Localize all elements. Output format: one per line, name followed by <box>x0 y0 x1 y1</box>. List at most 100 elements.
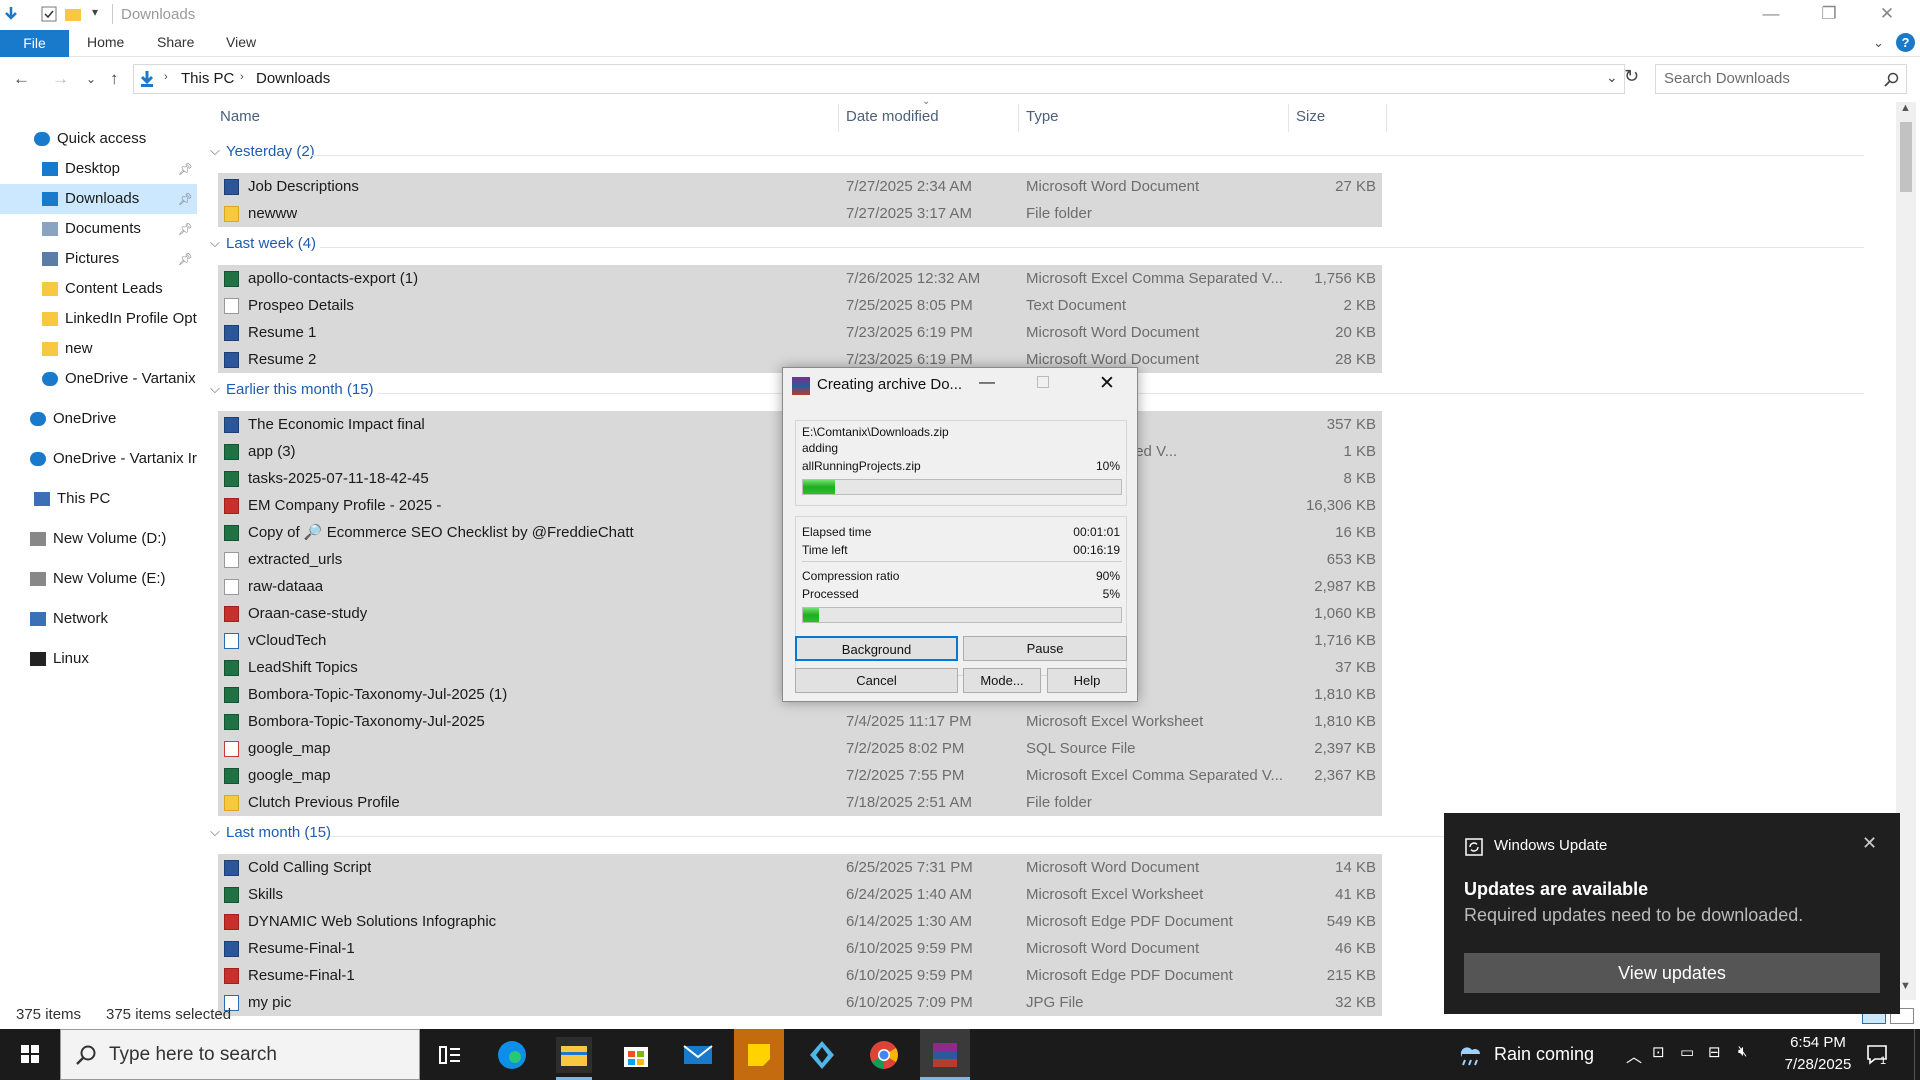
file-explorer-taskbar-button[interactable] <box>556 1037 592 1073</box>
volume-muted-icon[interactable]: 🔇︎ <box>1738 1043 1747 1060</box>
restore-button[interactable]: ❐ <box>1800 0 1858 30</box>
breadcrumb-downloads[interactable]: Downloads <box>256 70 330 87</box>
group-header[interactable]: ⌵ Last week (4) <box>210 235 1894 261</box>
nav-item-new-volume-e[interactable]: New Volume (E:) <box>0 564 197 594</box>
file-row[interactable]: Resume-Final-1 6/10/2025 9:59 PM Microsoft… <box>218 962 1382 989</box>
nav-item-onedrive-vartanix-ir[interactable]: OneDrive - Vartanix Ir <box>0 444 197 474</box>
tab-home[interactable]: Home <box>87 34 124 50</box>
chrome-icon[interactable] <box>866 1037 902 1073</box>
properties-check-icon[interactable] <box>40 5 58 23</box>
file-row[interactable]: Skills 6/24/2025 1:40 AM Microsoft Excel W… <box>218 881 1382 908</box>
nav-item-onedrive-vartanix[interactable]: OneDrive - Vartanix <box>0 364 197 394</box>
tab-file[interactable]: File <box>0 30 69 57</box>
scrollbar-thumb[interactable] <box>1900 122 1912 192</box>
show-hidden-icons-icon[interactable]: ︿ <box>1626 1043 1642 1067</box>
taskbar-search-input[interactable]: Type here to search <box>60 1029 420 1080</box>
nav-item-quick-access[interactable]: Quick access <box>0 124 197 154</box>
security-icon[interactable]: ⊡ <box>1652 1043 1665 1061</box>
scroll-up-icon[interactable]: ▲ <box>1900 102 1911 114</box>
search-icon[interactable] <box>1884 72 1899 87</box>
column-divider[interactable] <box>838 104 839 132</box>
new-folder-icon[interactable] <box>64 5 82 23</box>
file-row[interactable]: newww 7/27/2025 3:17 AM File folder <box>218 200 1382 227</box>
nav-item-linux[interactable]: Linux <box>0 644 197 674</box>
network-icon[interactable]: ⊟ <box>1708 1043 1721 1061</box>
rain-cloud-icon[interactable] <box>1456 1041 1486 1069</box>
file-row[interactable]: Cold Calling Script 6/25/2025 7:31 PM Micr… <box>218 854 1382 881</box>
recent-locations-icon[interactable]: ⌄ <box>86 72 96 86</box>
collapse-chevron-icon[interactable]: ⌵ <box>210 381 220 397</box>
scroll-down-icon[interactable]: ▼ <box>1900 980 1911 992</box>
nav-item-pictures[interactable]: Pictures 📌︎ <box>0 244 197 274</box>
collapse-chevron-icon[interactable]: ⌵ <box>210 143 220 159</box>
windows-start-icon[interactable] <box>0 1029 60 1080</box>
clock-date[interactable]: 7/28/2025 <box>1782 1056 1854 1073</box>
nav-item-documents[interactable]: Documents 📌︎ <box>0 214 197 244</box>
column-type[interactable]: Type <box>1026 108 1059 125</box>
help-button[interactable]: Help <box>1047 668 1127 693</box>
file-row[interactable]: Resume-Final-1 6/10/2025 9:59 PM Microsoft… <box>218 935 1382 962</box>
search-input[interactable]: Search Downloads <box>1655 64 1907 94</box>
ribbon-expand-icon[interactable]: ⌄ <box>1873 35 1884 51</box>
file-row[interactable]: DYNAMIC Web Solutions Infographic 6/14/20… <box>218 908 1382 935</box>
nav-item-onedrive[interactable]: OneDrive <box>0 404 197 434</box>
nav-item-desktop[interactable]: Desktop 📌︎ <box>0 154 197 184</box>
background-button[interactable]: Background <box>795 636 958 661</box>
mode-button[interactable]: Mode... <box>963 668 1041 693</box>
address-bar[interactable]: › This PC › Downloads ⌄ <box>133 64 1625 94</box>
file-row[interactable]: Resume 1 7/23/2025 6:19 PM Microsoft Word … <box>218 319 1382 346</box>
edge-browser-icon[interactable] <box>494 1037 530 1073</box>
help-icon[interactable]: ? <box>1896 33 1915 52</box>
column-name[interactable]: Name <box>220 108 260 125</box>
back-arrow-icon[interactable]: ← <box>13 69 30 89</box>
nav-item-linkedin-profile-opt[interactable]: LinkedIn Profile Opt <box>0 304 197 334</box>
dialog-close-button[interactable]: ✕ <box>1099 372 1115 395</box>
show-desktop-button[interactable] <box>1914 1029 1920 1080</box>
column-size[interactable]: Size <box>1296 108 1325 125</box>
close-button[interactable]: ✕ <box>1858 0 1916 30</box>
nav-item-new[interactable]: new <box>0 334 197 364</box>
up-arrow-icon[interactable]: ↑ <box>110 69 119 89</box>
file-row[interactable]: Bombora-Topic-Taxonomy-Jul-2025 7/4/2025 … <box>218 708 1382 735</box>
quick-access-dropdown-icon[interactable]: ▾ <box>92 5 98 19</box>
cancel-button[interactable]: Cancel <box>795 668 958 693</box>
weather-text[interactable]: Rain coming <box>1494 1044 1594 1065</box>
breadcrumb-this-pc[interactable]: This PC <box>181 70 234 87</box>
task-view-icon[interactable] <box>432 1037 468 1073</box>
battery-icon[interactable]: ▭ <box>1680 1043 1694 1061</box>
minimize-button[interactable]: — <box>1742 0 1800 30</box>
forward-arrow-icon[interactable]: → <box>52 69 69 89</box>
column-date-modified[interactable]: Date modified <box>846 108 939 125</box>
tab-share[interactable]: Share <box>157 34 194 50</box>
file-row[interactable]: Job Descriptions 7/27/2025 2:34 AM Microso… <box>218 173 1382 200</box>
nav-item-this-pc[interactable]: This PC <box>0 484 197 514</box>
tab-view[interactable]: View <box>226 34 256 50</box>
toast-close-icon[interactable]: ✕ <box>1862 833 1877 854</box>
collapse-chevron-icon[interactable]: ⌵ <box>210 824 220 840</box>
column-divider[interactable] <box>1288 104 1289 132</box>
group-header[interactable]: ⌵ Yesterday (2) <box>210 143 1894 169</box>
winrar-taskbar-button[interactable] <box>920 1029 970 1080</box>
nav-item-downloads[interactable]: Downloads 📌︎ <box>0 184 197 214</box>
refresh-icon[interactable]: ↻ <box>1624 66 1639 87</box>
mail-icon[interactable] <box>680 1037 716 1073</box>
app-diamond-icon[interactable] <box>804 1037 840 1073</box>
nav-item-content-leads[interactable]: Content Leads <box>0 274 197 304</box>
file-row[interactable]: google_map 7/2/2025 8:02 PM SQL Source Fil… <box>218 735 1382 762</box>
sticky-notes-taskbar-button[interactable] <box>734 1029 784 1080</box>
file-row[interactable]: google_map 7/2/2025 7:55 PM Microsoft Exce… <box>218 762 1382 789</box>
file-row[interactable]: Prospeo Details 7/25/2025 8:05 PM Text Doc… <box>218 292 1382 319</box>
pause-button[interactable]: Pause <box>963 636 1127 661</box>
file-row[interactable]: apollo-contacts-export (1) 7/26/2025 12:3… <box>218 265 1382 292</box>
column-divider[interactable] <box>1386 104 1387 132</box>
file-row[interactable]: Clutch Previous Profile 7/18/2025 2:51 AM… <box>218 789 1382 816</box>
microsoft-store-icon[interactable] <box>618 1037 654 1073</box>
view-updates-button[interactable]: View updates <box>1464 953 1880 993</box>
collapse-chevron-icon[interactable]: ⌵ <box>210 235 220 251</box>
dialog-minimize-button[interactable]: — <box>979 374 995 392</box>
nav-item-new-volume-d[interactable]: New Volume (D:) <box>0 524 197 554</box>
column-divider[interactable] <box>1018 104 1019 132</box>
clock-time[interactable]: 6:54 PM <box>1784 1034 1852 1051</box>
nav-item-network[interactable]: Network <box>0 604 197 634</box>
address-dropdown-icon[interactable]: ⌄ <box>1606 69 1618 86</box>
